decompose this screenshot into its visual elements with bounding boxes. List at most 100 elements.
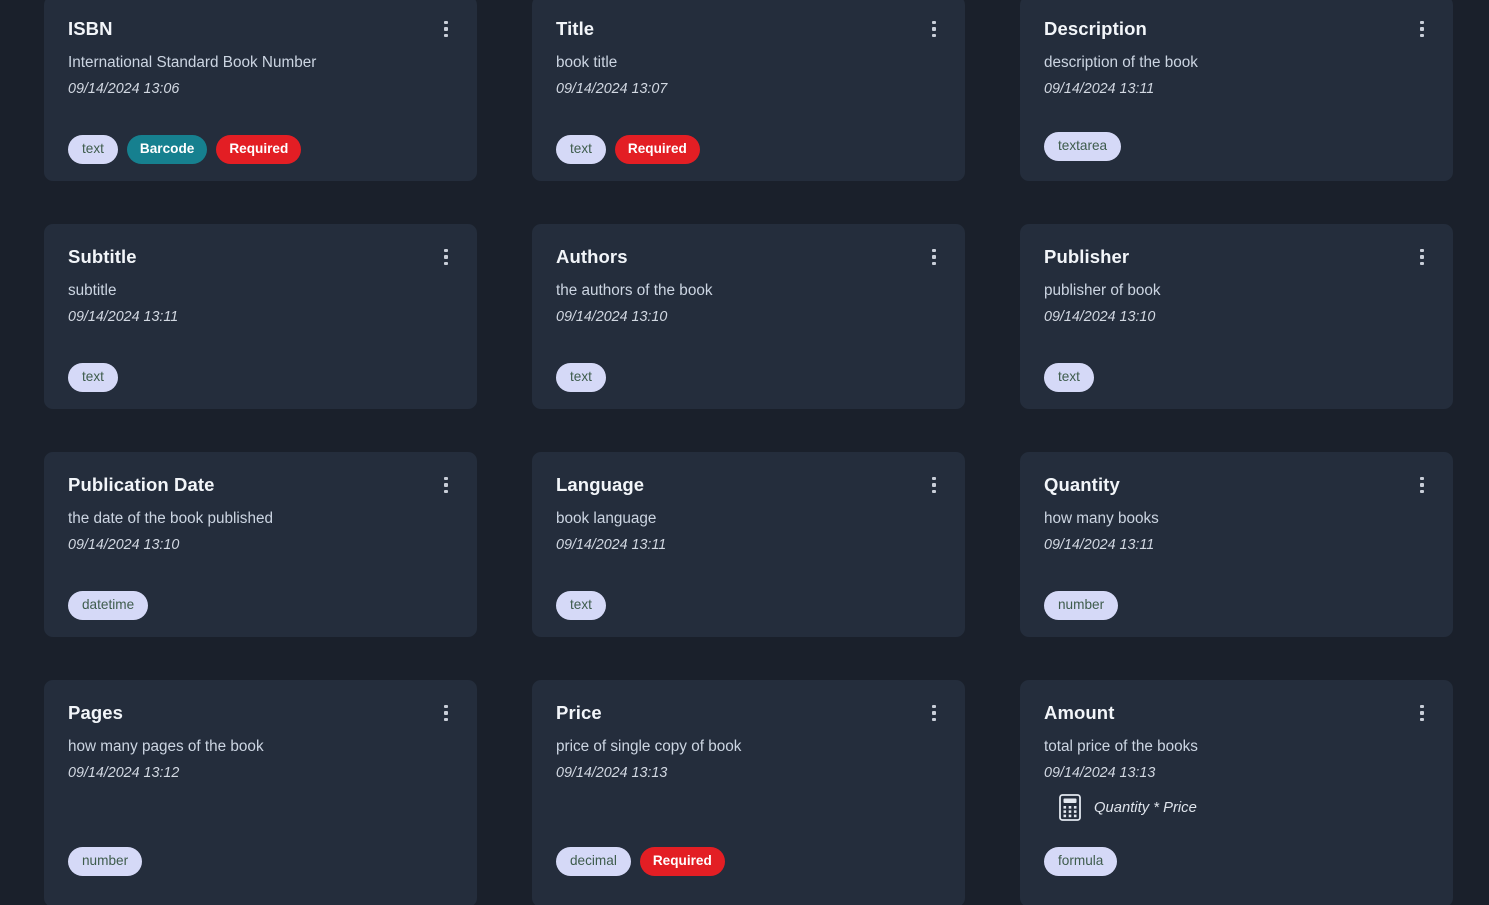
card-timestamp: 09/14/2024 13:10 <box>556 309 668 325</box>
badge-list: text <box>556 363 606 392</box>
badge-required[interactable]: Required <box>639 847 725 876</box>
badge-type[interactable]: text <box>68 363 118 392</box>
card-title: Language <box>556 474 645 495</box>
badge-list: text <box>1044 363 1094 392</box>
card-timestamp: 09/14/2024 13:11 <box>68 309 179 325</box>
card-header: ISBN <box>68 18 453 40</box>
badge-list: text <box>556 591 606 620</box>
badge-type[interactable]: text <box>556 363 606 392</box>
badge-type[interactable]: text <box>68 135 118 164</box>
card-header: Authors <box>556 246 941 268</box>
field-card[interactable]: Language book language 09/14/2024 13:11 tex… <box>532 452 965 637</box>
formula-expression: Quantity * Price <box>1094 799 1197 816</box>
badge-type[interactable]: datetime <box>68 591 149 620</box>
badge-list: number <box>68 847 143 876</box>
card-timestamp: 09/14/2024 13:07 <box>556 81 668 97</box>
kebab-menu-icon[interactable] <box>923 18 945 40</box>
card-header: Pages <box>68 702 453 724</box>
card-description: how many books <box>1044 510 1159 527</box>
kebab-menu-icon[interactable] <box>1411 18 1433 40</box>
card-title: Description <box>1044 18 1147 39</box>
kebab-menu-icon[interactable] <box>1411 702 1433 724</box>
card-title: Publisher <box>1044 246 1130 267</box>
card-description: publisher of book <box>1044 282 1161 299</box>
badge-list: text Barcode Required <box>68 135 302 164</box>
calculator-icon <box>1059 794 1081 821</box>
card-description: book title <box>556 54 618 71</box>
kebab-menu-icon[interactable] <box>435 702 457 724</box>
badge-type[interactable]: number <box>1044 591 1119 620</box>
badge-barcode[interactable]: Barcode <box>126 135 208 164</box>
card-header: Description <box>1044 18 1429 40</box>
kebab-menu-icon[interactable] <box>923 702 945 724</box>
card-description: book language <box>556 510 657 527</box>
card-description: description of the book <box>1044 54 1198 71</box>
badge-list: formula <box>1044 847 1118 876</box>
card-header: Quantity <box>1044 474 1429 496</box>
badge-required[interactable]: Required <box>614 135 700 164</box>
badge-type[interactable]: textarea <box>1044 132 1122 161</box>
badge-required[interactable]: Required <box>216 135 302 164</box>
card-description: the authors of the book <box>556 282 713 299</box>
card-title: Title <box>556 18 595 39</box>
kebab-menu-icon[interactable] <box>435 18 457 40</box>
card-description: subtitle <box>68 282 117 299</box>
field-card[interactable]: Publication Date the date of the book pub… <box>44 452 477 637</box>
card-header: Language <box>556 474 941 496</box>
badge-type[interactable]: text <box>556 135 606 164</box>
card-timestamp: 09/14/2024 13:12 <box>68 765 180 781</box>
card-timestamp: 09/14/2024 13:13 <box>1044 765 1156 781</box>
badge-list: datetime <box>68 591 149 620</box>
badge-list: textarea <box>1044 132 1122 161</box>
field-card[interactable]: Quantity how many books 09/14/2024 13:11 nu… <box>1020 452 1453 637</box>
card-title: ISBN <box>68 18 113 39</box>
card-title: Publication Date <box>68 474 215 495</box>
kebab-menu-icon[interactable] <box>923 246 945 268</box>
kebab-menu-icon[interactable] <box>435 246 457 268</box>
badge-type[interactable]: decimal <box>556 847 631 876</box>
badge-list: text <box>68 363 118 392</box>
kebab-menu-icon[interactable] <box>435 474 457 496</box>
card-description: International Standard Book Number <box>68 54 317 71</box>
field-card[interactable]: Subtitle subtitle 09/14/2024 13:11 text <box>44 224 477 409</box>
badge-list: text Required <box>556 135 700 164</box>
badge-type[interactable]: text <box>556 591 606 620</box>
card-header: Publisher <box>1044 246 1429 268</box>
card-title: Subtitle <box>68 246 137 267</box>
card-header: Subtitle <box>68 246 453 268</box>
card-title: Authors <box>556 246 628 267</box>
field-card[interactable]: Price price of single copy of book 09/14/2… <box>532 680 965 905</box>
badge-type[interactable]: text <box>1044 363 1094 392</box>
field-card[interactable]: Pages how many pages of the book 09/14/202… <box>44 680 477 905</box>
kebab-menu-icon[interactable] <box>1411 474 1433 496</box>
formula-row: Quantity * Price <box>1044 794 1429 821</box>
card-title: Pages <box>68 702 124 723</box>
field-card[interactable]: Amount total price of the books 09/14/2024… <box>1020 680 1453 905</box>
kebab-menu-icon[interactable] <box>923 474 945 496</box>
field-card[interactable]: Description description of the book 09/14/… <box>1020 0 1453 181</box>
field-card[interactable]: Publisher publisher of book 09/14/2024 13:… <box>1020 224 1453 409</box>
badge-type[interactable]: number <box>68 847 143 876</box>
field-card[interactable]: Title book title 09/14/2024 13:07 text Requi… <box>532 0 965 181</box>
card-description: the date of the book published <box>68 510 273 527</box>
card-timestamp: 09/14/2024 13:10 <box>1044 309 1156 325</box>
card-timestamp: 09/14/2024 13:06 <box>68 81 180 97</box>
card-title: Amount <box>1044 702 1115 723</box>
card-timestamp: 09/14/2024 13:11 <box>1044 81 1155 97</box>
card-header: Title <box>556 18 941 40</box>
kebab-menu-icon[interactable] <box>1411 246 1433 268</box>
card-timestamp: 09/14/2024 13:11 <box>1044 537 1155 553</box>
field-card-grid: ISBN International Standard Book Number 09… <box>0 0 1489 905</box>
card-header: Publication Date <box>68 474 453 496</box>
card-timestamp: 09/14/2024 13:10 <box>68 537 180 553</box>
card-timestamp: 09/14/2024 13:13 <box>556 765 668 781</box>
card-description: total price of the books <box>1044 738 1198 755</box>
field-card[interactable]: ISBN International Standard Book Number 09… <box>44 0 477 181</box>
card-header: Amount <box>1044 702 1429 724</box>
badge-list: number <box>1044 591 1119 620</box>
badge-type[interactable]: formula <box>1044 847 1118 876</box>
card-description: price of single copy of book <box>556 738 742 755</box>
card-title: Quantity <box>1044 474 1120 495</box>
field-card[interactable]: Authors the authors of the book 09/14/2024… <box>532 224 965 409</box>
card-timestamp: 09/14/2024 13:11 <box>556 537 667 553</box>
